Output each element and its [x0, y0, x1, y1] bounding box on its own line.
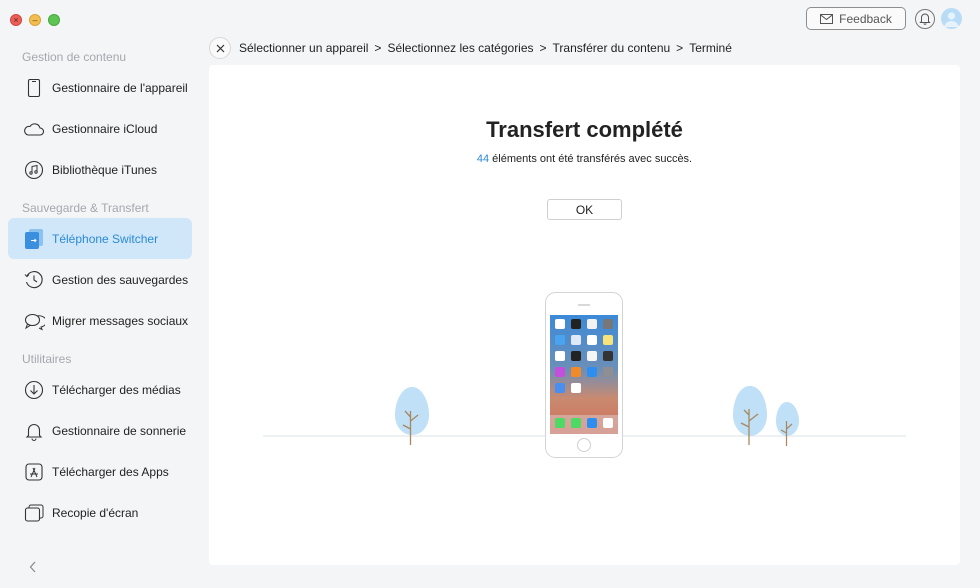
- cloud-icon: [23, 118, 45, 140]
- window-maximize-button[interactable]: [48, 14, 60, 26]
- sidebar-item-label: Téléphone Switcher: [52, 231, 159, 246]
- section-title-content: Gestion de contenu: [22, 50, 127, 64]
- section-title-backup: Sauvegarde & Transfert: [22, 201, 149, 215]
- sidebar-item-label: Bibliothèque iTunes: [52, 162, 157, 177]
- sidebar-item-label: Gestionnaire de l'appareil: [52, 80, 188, 95]
- music-icon: [23, 159, 45, 181]
- history-icon: [23, 269, 45, 291]
- window-controls: × –: [10, 14, 60, 26]
- tree-icon: [395, 387, 429, 445]
- sidebar-item-label: Gestionnaire iCloud: [52, 121, 158, 136]
- breadcrumb-step-select-device[interactable]: Sélectionner un appareil: [239, 41, 368, 55]
- tree-icon: [776, 402, 799, 446]
- sidebar-item-media-download[interactable]: Télécharger des médias: [8, 369, 192, 410]
- bell-icon: [23, 420, 45, 442]
- breadcrumb-step-select-categories[interactable]: Sélectionnez les catégories: [387, 41, 533, 55]
- chevron-left-icon: [29, 561, 36, 573]
- topbar-actions: Feedback: [806, 7, 962, 30]
- transfer-illustration: [395, 292, 799, 458]
- feedback-button[interactable]: Feedback: [806, 7, 906, 30]
- breadcrumb-step-done: Terminé: [689, 41, 732, 55]
- download-icon: [23, 379, 45, 401]
- sidebar-item-phone-switcher[interactable]: Téléphone Switcher: [8, 218, 192, 259]
- chat-bubbles-icon: [23, 310, 45, 332]
- main-panel: Transfert complété 44 éléments ont été t…: [209, 65, 960, 565]
- sidebar-item-itunes[interactable]: Bibliothèque iTunes: [8, 149, 192, 190]
- phone-switch-icon: [23, 228, 45, 250]
- sidebar-item-ringtone-manager[interactable]: Gestionnaire de sonnerie: [8, 410, 192, 451]
- user-avatar-icon: [944, 12, 959, 27]
- sidebar-item-label: Télécharger des médias: [52, 382, 181, 397]
- sidebar-item-label: Migrer messages sociaux: [52, 313, 189, 328]
- sidebar-item-label: Gestion des sauvegardes: [52, 272, 189, 287]
- sidebar-item-label: Télécharger des Apps: [52, 464, 169, 479]
- bell-icon: [919, 13, 931, 25]
- sidebar-collapse-button[interactable]: [26, 560, 40, 574]
- phone-icon: [23, 77, 45, 99]
- sidebar-item-label: Gestionnaire de sonnerie: [52, 423, 187, 438]
- iphone-image: [545, 292, 623, 458]
- breadcrumb-separator: >: [539, 41, 547, 55]
- window-close-button[interactable]: ×: [10, 14, 22, 26]
- section-title-utilities: Utilitaires: [22, 352, 72, 366]
- sidebar-item-screen-mirror[interactable]: Recopie d'écran: [8, 492, 192, 533]
- close-icon: [216, 44, 224, 52]
- sidebar: Gestion de contenu Gestionnaire de l'app…: [0, 40, 200, 588]
- user-avatar[interactable]: [941, 8, 962, 29]
- sidebar-item-social-messages[interactable]: Migrer messages sociaux: [8, 300, 192, 341]
- sidebar-item-device-manager[interactable]: Gestionnaire de l'appareil: [8, 67, 192, 108]
- close-wizard-button[interactable]: [209, 37, 231, 59]
- mail-icon: [820, 13, 834, 24]
- sidebar-item-icloud[interactable]: Gestionnaire iCloud: [8, 108, 192, 149]
- tree-icon: [733, 386, 767, 445]
- breadcrumb-step-transfer[interactable]: Transférer du contenu: [553, 41, 671, 55]
- feedback-label: Feedback: [839, 11, 892, 26]
- notification-button[interactable]: [915, 8, 935, 29]
- breadcrumb-separator: >: [676, 41, 684, 55]
- breadcrumb-separator: >: [374, 41, 382, 55]
- sidebar-item-app-download[interactable]: Télécharger des Apps: [8, 451, 192, 492]
- sidebar-item-label: Recopie d'écran: [52, 505, 139, 520]
- sidebar-item-backup-manager[interactable]: Gestion des sauvegardes: [8, 259, 192, 300]
- window-minimize-button[interactable]: –: [29, 14, 41, 26]
- screen-mirror-icon: [23, 502, 45, 524]
- app-store-icon: [23, 461, 45, 483]
- breadcrumb: Sélectionner un appareil > Sélectionnez …: [209, 37, 738, 59]
